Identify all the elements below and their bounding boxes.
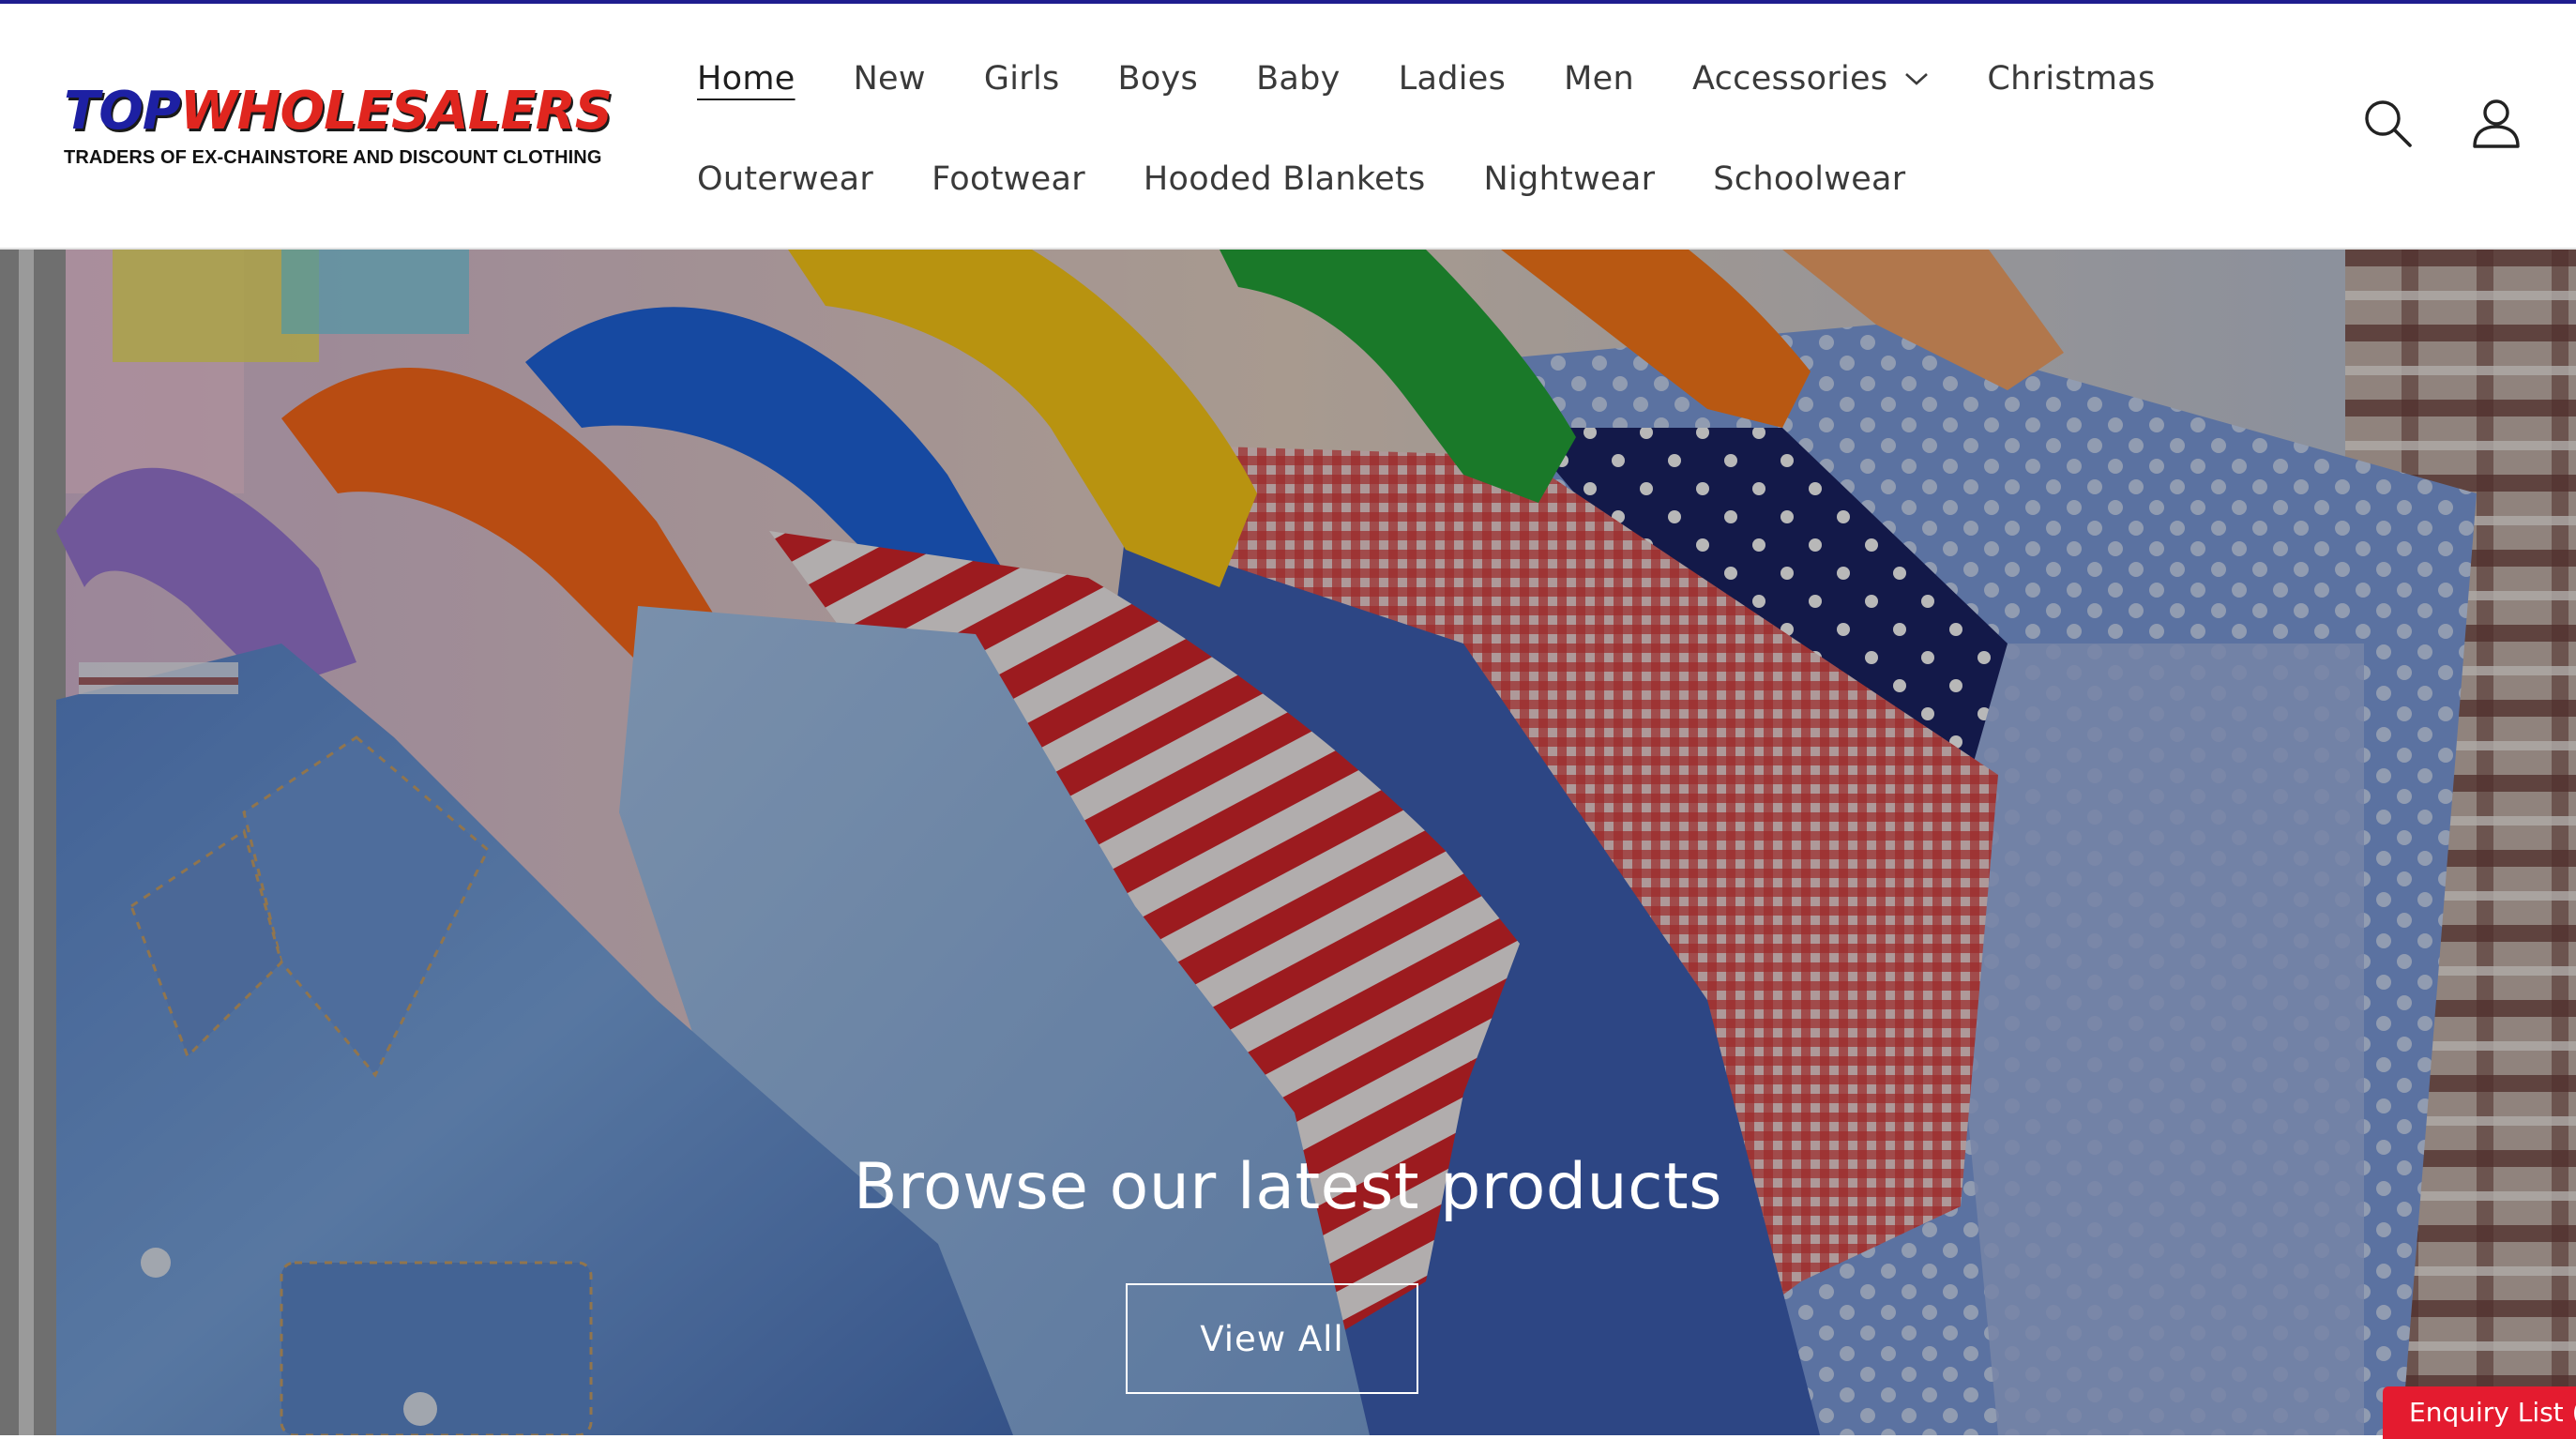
nav-item-home[interactable]: Home xyxy=(668,56,825,101)
hero-heading: Browse our latest products xyxy=(853,1150,1723,1224)
logo-tagline: TRADERS OF EX-CHAINSTORE AND DISCOUNT CL… xyxy=(64,147,602,168)
nav-item-boys[interactable]: Boys xyxy=(1089,56,1228,101)
nav-item-men[interactable]: Men xyxy=(1535,56,1663,101)
nav-item-ladies[interactable]: Ladies xyxy=(1370,56,1535,101)
nav-item-footwear[interactable]: Footwear xyxy=(902,157,1114,202)
hero-banner: Browse our latest products View All xyxy=(0,250,2576,1435)
nav-item-label: Baby xyxy=(1256,60,1341,98)
enquiry-list-button[interactable]: Enquiry List ( xyxy=(2383,1386,2576,1439)
hero-dim-overlay xyxy=(0,250,2576,1435)
search-button[interactable] xyxy=(2360,96,2415,150)
search-icon xyxy=(2365,100,2412,147)
nav-item-label: Schoolwear xyxy=(1713,160,1906,198)
nav-item-label: Footwear xyxy=(932,160,1085,198)
view-all-button[interactable]: View All xyxy=(1126,1283,1418,1394)
nav-item-label: Men xyxy=(1564,60,1634,98)
chevron-down-icon xyxy=(1905,73,1929,85)
nav-item-label: Girls xyxy=(983,60,1060,98)
nav-row-primary: Home New Girls Boys Baby Ladies Men Acce… xyxy=(668,56,2185,101)
nav-item-label: Christmas xyxy=(1987,60,2156,98)
account-button[interactable] xyxy=(2469,96,2523,150)
nav-item-christmas[interactable]: Christmas xyxy=(1958,56,2184,101)
nav-item-label: Boys xyxy=(1117,60,1199,98)
nav-item-accessories[interactable]: Accessories xyxy=(1663,56,1958,101)
logo-wordmark: TOPWHOLESALERS xyxy=(64,81,613,142)
nav-item-label: Ladies xyxy=(1398,60,1507,98)
logo-wordmark-wholesalers: WHOLESALERS xyxy=(179,81,613,142)
nav-item-baby[interactable]: Baby xyxy=(1227,56,1370,101)
nav-item-girls[interactable]: Girls xyxy=(955,56,1089,101)
header-icons xyxy=(2360,96,2523,150)
nav-item-label: Outerwear xyxy=(697,160,874,198)
nav-item-outerwear[interactable]: Outerwear xyxy=(668,157,902,202)
nav-item-label: New xyxy=(853,60,926,98)
main-navigation: Home New Girls Boys Baby Ladies Men Acce… xyxy=(668,4,2169,250)
nav-item-nightwear[interactable]: Nightwear xyxy=(1455,157,1685,202)
logo-wordmark-top: TOP xyxy=(64,81,181,142)
nav-item-label: Hooded Blankets xyxy=(1143,160,1426,198)
nav-item-schoolwear[interactable]: Schoolwear xyxy=(1684,157,1934,202)
nav-row-secondary: Outerwear Footwear Hooded Blankets Night… xyxy=(668,157,1934,202)
nav-item-label: Nightwear xyxy=(1483,160,1656,198)
nav-item-label: Accessories xyxy=(1691,60,1888,98)
nav-item-new[interactable]: New xyxy=(825,56,955,101)
site-header: TOPWHOLESALERS TRADERS OF EX-CHAINSTORE … xyxy=(0,4,2576,250)
account-icon xyxy=(2473,99,2520,148)
site-logo[interactable]: TOPWHOLESALERS TRADERS OF EX-CHAINSTORE … xyxy=(64,83,613,176)
nav-item-label: Home xyxy=(697,60,796,98)
nav-item-hooded-blankets[interactable]: Hooded Blankets xyxy=(1114,157,1455,202)
